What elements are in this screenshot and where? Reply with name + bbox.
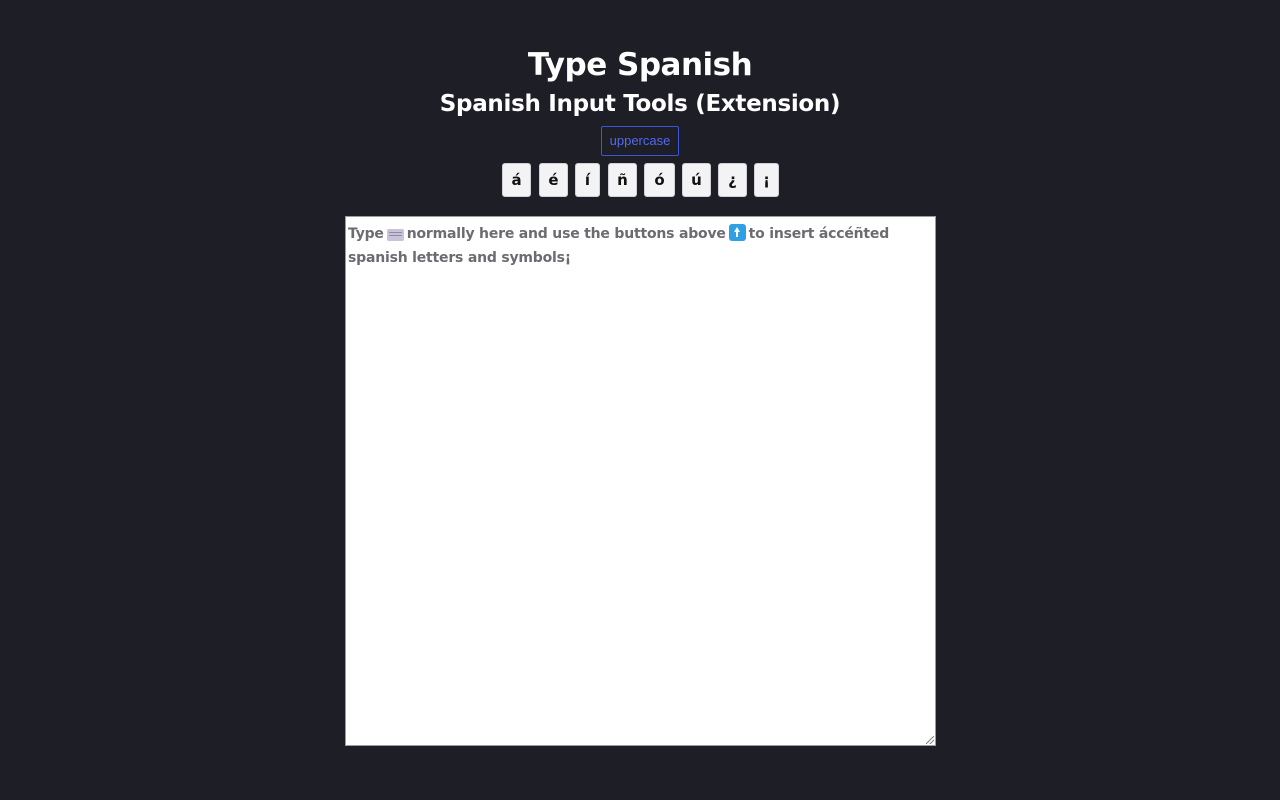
editor-placeholder: Type normally here and use the buttons ab… bbox=[348, 222, 932, 270]
key-n-tilde[interactable]: ñ bbox=[608, 163, 637, 197]
key-inverted-question[interactable]: ¿ bbox=[718, 163, 747, 197]
page-subtitle: Spanish Input Tools (Extension) bbox=[439, 91, 841, 117]
up-arrow-icon bbox=[728, 224, 746, 241]
placeholder-text-middle: normally here and use the buttons above bbox=[406, 226, 726, 242]
key-a-acute[interactable]: á bbox=[502, 163, 531, 197]
key-o-acute[interactable]: ó bbox=[644, 163, 675, 197]
key-e-acute[interactable]: é bbox=[539, 163, 568, 197]
page-title: Type Spanish bbox=[527, 47, 753, 83]
text-editor[interactable]: Type normally here and use the buttons ab… bbox=[345, 216, 936, 746]
uppercase-toggle-button[interactable]: uppercase bbox=[601, 126, 679, 156]
placeholder-text-start: Type bbox=[348, 226, 384, 242]
accent-key-row: á é í ñ ó ú ¿ ¡ bbox=[502, 163, 779, 198]
keyboard-icon bbox=[386, 229, 404, 241]
key-inverted-exclamation[interactable]: ¡ bbox=[754, 163, 779, 197]
resize-handle[interactable] bbox=[926, 736, 934, 744]
key-i-acute[interactable]: í bbox=[575, 163, 600, 197]
page: Type Spanish Spanish Input Tools (Extens… bbox=[0, 0, 1280, 800]
key-u-acute[interactable]: ú bbox=[682, 163, 711, 197]
